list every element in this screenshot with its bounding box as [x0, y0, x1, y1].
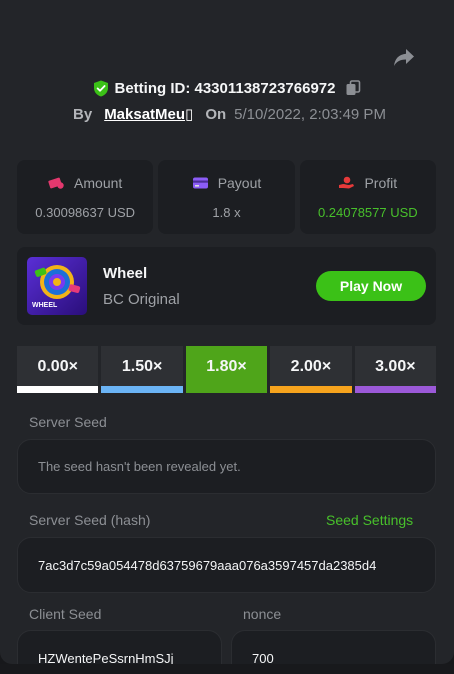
game-title: Wheel [103, 265, 148, 282]
multiplier-color-bar [270, 386, 352, 393]
stat-profit-label: Profit [364, 174, 398, 191]
multiplier-color-bar [17, 386, 99, 393]
multiplier-label: 2.00× [290, 357, 332, 375]
game-card: WHEEL Wheel BC Original Play Now [17, 247, 436, 325]
game-subtitle: BC Original [103, 291, 180, 308]
server-seed-hash-field[interactable]: 7ac3d7c59a054478d63759679aaa076a3597457d… [17, 537, 436, 593]
username-link[interactable]: MaksatMeu▯ [104, 105, 193, 123]
by-label: By [73, 105, 93, 123]
copy-icon[interactable] [345, 80, 361, 96]
bet-id-row: Betting ID: 4330113872376697​2 [0, 78, 454, 98]
thumb-text: WHEEL [32, 302, 58, 309]
seed-settings-link[interactable]: Seed Settings [326, 512, 413, 528]
stat-payout-value: 1.8 x [212, 204, 241, 220]
server-seed-label: Server Seed [29, 414, 107, 430]
stat-amount-label: Amount [74, 174, 123, 191]
client-seed-field[interactable]: HZWentePeSsrnHmSJj [17, 630, 222, 664]
stat-profit: Profit 0.24078577 USD [299, 160, 436, 234]
play-now-button[interactable]: Play Now [316, 271, 426, 301]
page-backdrop [0, 664, 454, 674]
nonce-label: nonce [243, 606, 282, 622]
multiplier-1: 1.50× [101, 346, 183, 393]
multiplier-0: 0.00× [17, 346, 99, 393]
multiplier-4: 3.00× [354, 346, 437, 393]
card-icon [192, 176, 209, 190]
client-seed-label: Client Seed [29, 606, 102, 622]
money-icon [48, 176, 65, 190]
multiplier-label: 0.00× [37, 357, 78, 375]
share-icon[interactable] [392, 47, 416, 69]
stat-amount: Amount 0.30098637 USD [17, 160, 154, 234]
multiplier-label: 1.50× [121, 357, 163, 375]
wheel-game-thumbnail: WHEEL [27, 257, 87, 315]
stat-payout: Payout 1.8 x [158, 160, 295, 234]
stat-payout-label: Payout [217, 174, 262, 191]
bet-stats: Amount 0.30098637 USD Payout 1.8 x Profi… [17, 160, 436, 234]
multiplier-row: 0.00× 1.50× 1.80× 2.00× 3.00× [17, 346, 437, 393]
nonce-field[interactable]: 700 [231, 630, 436, 664]
shield-check-icon [93, 80, 109, 97]
server-seed-hash-label: Server Seed (hash) [29, 512, 151, 528]
hand-coin-icon [338, 176, 355, 190]
stat-amount-value: 0.30098637 USD [35, 204, 136, 220]
multiplier-label: 1.80× [206, 357, 247, 375]
multiplier-color-bar [101, 386, 183, 393]
author-row: By MaksatMeu▯ On 5/10/2022, 2:03:49 PM [73, 104, 386, 124]
multiplier-3: 2.00× [270, 346, 352, 393]
bet-id-text: Betting ID: 4330113872376697​2 [114, 79, 336, 97]
multiplier-2-active: 1.80× [185, 346, 268, 393]
bet-date: 5/10/2022, 2:03:49 PM [234, 105, 386, 123]
bet-detail-modal: Betting ID: 4330113872376697​2 By Maksat… [0, 0, 454, 664]
multiplier-color-bar [185, 386, 268, 393]
multiplier-color-bar [354, 386, 437, 393]
server-seed-field[interactable]: The seed hasn't been revealed yet. [17, 439, 436, 494]
multiplier-label: 3.00× [375, 357, 416, 375]
on-label: On [205, 105, 227, 123]
stat-profit-value: 0.24078577 USD [317, 204, 418, 220]
